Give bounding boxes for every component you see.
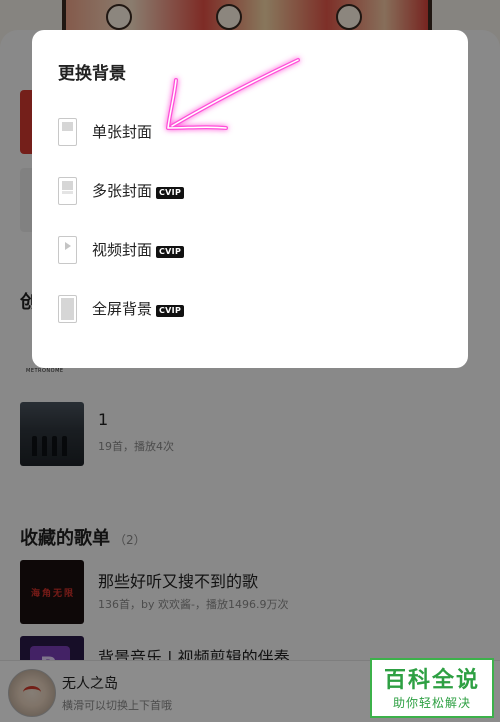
annotation-arrow-icon [166, 58, 300, 130]
option-label: 视频封面 CVIP [92, 239, 185, 260]
option-multi-cover[interactable]: 多张封面 CVIP [32, 173, 468, 217]
option-label-text: 视频封面 [92, 241, 153, 259]
option-label: 全屏背景 CVIP [92, 298, 185, 319]
vip-badge: CVIP [156, 187, 185, 199]
icon-block [62, 181, 73, 190]
watermark-subtitle: 助你轻松解决 [392, 696, 471, 710]
vip-badge: CVIP [156, 246, 185, 258]
vip-badge: CVIP [156, 305, 185, 317]
option-video-cover[interactable]: 视频封面 CVIP [32, 232, 468, 276]
fullscreen-background-icon [58, 295, 77, 323]
multi-cover-icon [58, 177, 77, 205]
single-cover-icon [58, 118, 77, 146]
icon-block [61, 298, 74, 320]
baike-watermark: 百科全说 助你轻松解决 [370, 658, 494, 718]
icon-block [62, 191, 73, 194]
option-label: 多张封面 CVIP [92, 180, 185, 201]
watermark-title: 百科全说 [383, 668, 480, 693]
option-fullscreen-background[interactable]: 全屏背景 CVIP [32, 291, 468, 335]
option-label-text: 全屏背景 [92, 300, 153, 318]
play-icon [65, 242, 71, 250]
dialog-title: 更换背景 [58, 64, 126, 84]
option-label-text: 多张封面 [92, 182, 153, 200]
icon-block [62, 122, 73, 131]
video-cover-icon [58, 236, 77, 264]
